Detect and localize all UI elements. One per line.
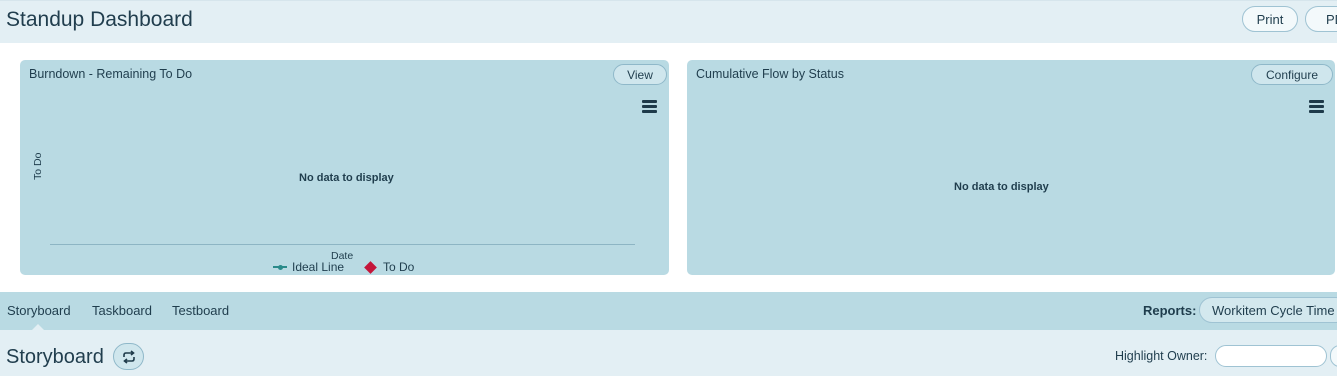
refresh-button[interactable] (113, 343, 144, 370)
reports-label: Reports: (1143, 303, 1197, 318)
x-axis-line (50, 244, 635, 245)
burndown-title: Burndown - Remaining To Do (29, 67, 193, 81)
highlight-owner-label: Highlight Owner: (1115, 349, 1208, 363)
cumulative-flow-title: Cumulative Flow by Status (696, 67, 844, 81)
storyboard-section: Storyboard Highlight Owner: (0, 330, 1337, 376)
board-title: Storyboard (6, 346, 104, 368)
view-button[interactable]: View (613, 64, 667, 85)
legend-item-to-do[interactable]: To Do (363, 260, 414, 274)
pdf-button[interactable]: PD (1305, 6, 1337, 32)
reports-select[interactable]: Workitem Cycle Time (1199, 297, 1337, 323)
print-button[interactable]: Print (1242, 6, 1298, 32)
highlight-owner-dropdown-button[interactable] (1330, 345, 1337, 367)
dashboard-header: Standup Dashboard Print PD (0, 0, 1337, 43)
chart-menu-icon[interactable] (1309, 100, 1324, 113)
legend-item-ideal-line[interactable]: Ideal Line (273, 260, 344, 274)
no-data-message: No data to display (299, 172, 394, 184)
configure-button[interactable]: Configure (1251, 64, 1333, 85)
burndown-panel: Burndown - Remaining To Do View To Do No… (20, 60, 669, 275)
y-axis-label: To Do (32, 152, 44, 180)
cumulative-flow-panel: Cumulative Flow by Status Configure No d… (687, 60, 1335, 275)
board-tab-bar: Storyboard Taskboard Testboard Reports: … (0, 292, 1337, 330)
to-do-diamond-icon (364, 260, 377, 274)
tab-taskboard[interactable]: Taskboard (92, 303, 152, 318)
tab-testboard[interactable]: Testboard (172, 303, 229, 318)
ideal-line-marker-icon (273, 264, 287, 270)
highlight-owner-input[interactable] (1215, 345, 1327, 367)
tab-storyboard[interactable]: Storyboard (7, 303, 71, 318)
page-title: Standup Dashboard (6, 8, 193, 31)
legend-label-to-do: To Do (383, 260, 415, 274)
chart-menu-icon[interactable] (642, 100, 657, 113)
refresh-icon (122, 349, 135, 364)
legend-label-ideal-line: Ideal Line (292, 260, 345, 274)
no-data-message: No data to display (954, 181, 1049, 193)
